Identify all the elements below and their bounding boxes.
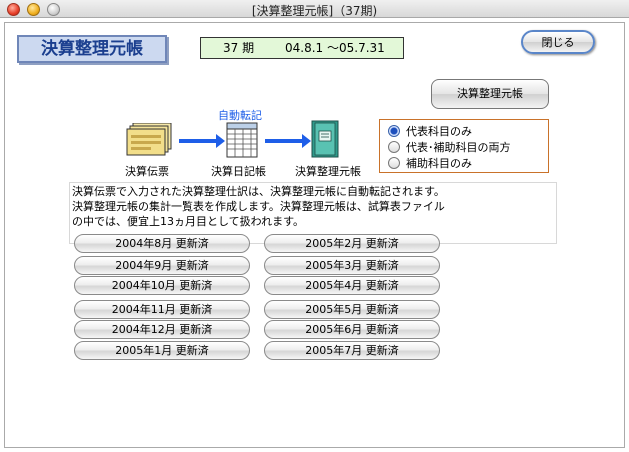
radio-label: 補助科目のみ (406, 157, 472, 170)
description-line: の中では、便宜上13ヵ月目として扱われます。 (72, 215, 305, 228)
flow-step-ledger: 決算整理元帳 (295, 165, 361, 178)
journal-book-icon (225, 121, 259, 162)
month-button-2004-11[interactable]: 2004年11月 更新済 (74, 300, 250, 319)
month-button-2005-01[interactable]: 2005年1月 更新済 (74, 341, 250, 360)
window-title: [決算整理元帳]（37期) (251, 4, 378, 18)
title-bar: [決算整理元帳]（37期) (0, 0, 629, 18)
description-line: 決算整理元帳の集計一覧表を作成します。決算整理元帳は、試算表ファイル (72, 200, 445, 213)
close-button[interactable]: 閉じる (521, 30, 595, 54)
month-button-2004-09[interactable]: 2004年9月 更新済 (74, 256, 250, 275)
radio-representative-and-sub[interactable]: 代表･補助科目の両方 (388, 139, 511, 155)
flow-arrow-2-icon (265, 134, 311, 148)
main-panel: 決算整理元帳 37 期 04.8.1 ～05.7.31 閉じる 決算整理元帳 自… (4, 22, 625, 448)
flow-step-voucher: 決算伝票 (125, 165, 169, 178)
ledger-book-icon (309, 119, 341, 162)
month-button-2005-03[interactable]: 2005年3月 更新済 (264, 256, 440, 275)
radio-sub-only[interactable]: 補助科目のみ (388, 155, 472, 171)
radio-selected-icon[interactable] (388, 125, 400, 137)
radio-unselected-icon[interactable] (388, 141, 400, 153)
period-display: 37 期 04.8.1 ～05.7.31 (200, 37, 404, 59)
month-button-2004-08[interactable]: 2004年8月 更新済 (74, 234, 250, 253)
radio-label: 代表･補助科目の両方 (406, 141, 511, 154)
period-number: 37 期 (223, 41, 255, 55)
month-button-2005-07[interactable]: 2005年7月 更新済 (264, 341, 440, 360)
period-range: 04.8.1 ～05.7.31 (285, 41, 385, 55)
month-button-2004-10[interactable]: 2004年10月 更新済 (74, 276, 250, 295)
description-line: 決算伝票で入力された決算整理仕訳は、決算整理元帳に自動転記されます。 (72, 185, 445, 198)
radio-label: 代表科目のみ (406, 125, 472, 138)
radio-representative-only[interactable]: 代表科目のみ (388, 123, 472, 139)
subject-scope-group: 代表科目のみ 代表･補助科目の両方 補助科目のみ (379, 119, 549, 173)
month-button-2005-06[interactable]: 2005年6月 更新済 (264, 320, 440, 339)
flow-arrow-1-icon (179, 134, 225, 148)
radio-unselected-icon[interactable] (388, 157, 400, 169)
month-button-2004-12[interactable]: 2004年12月 更新済 (74, 320, 250, 339)
ledger-button[interactable]: 決算整理元帳 (431, 79, 549, 109)
flow-step-journal: 決算日記帳 (211, 165, 266, 178)
month-button-2005-04[interactable]: 2005年4月 更新済 (264, 276, 440, 295)
page-title: 決算整理元帳 (17, 35, 167, 63)
voucher-stack-icon (125, 122, 173, 162)
month-button-2005-05[interactable]: 2005年5月 更新済 (264, 300, 440, 319)
month-button-2005-02[interactable]: 2005年2月 更新済 (264, 234, 440, 253)
